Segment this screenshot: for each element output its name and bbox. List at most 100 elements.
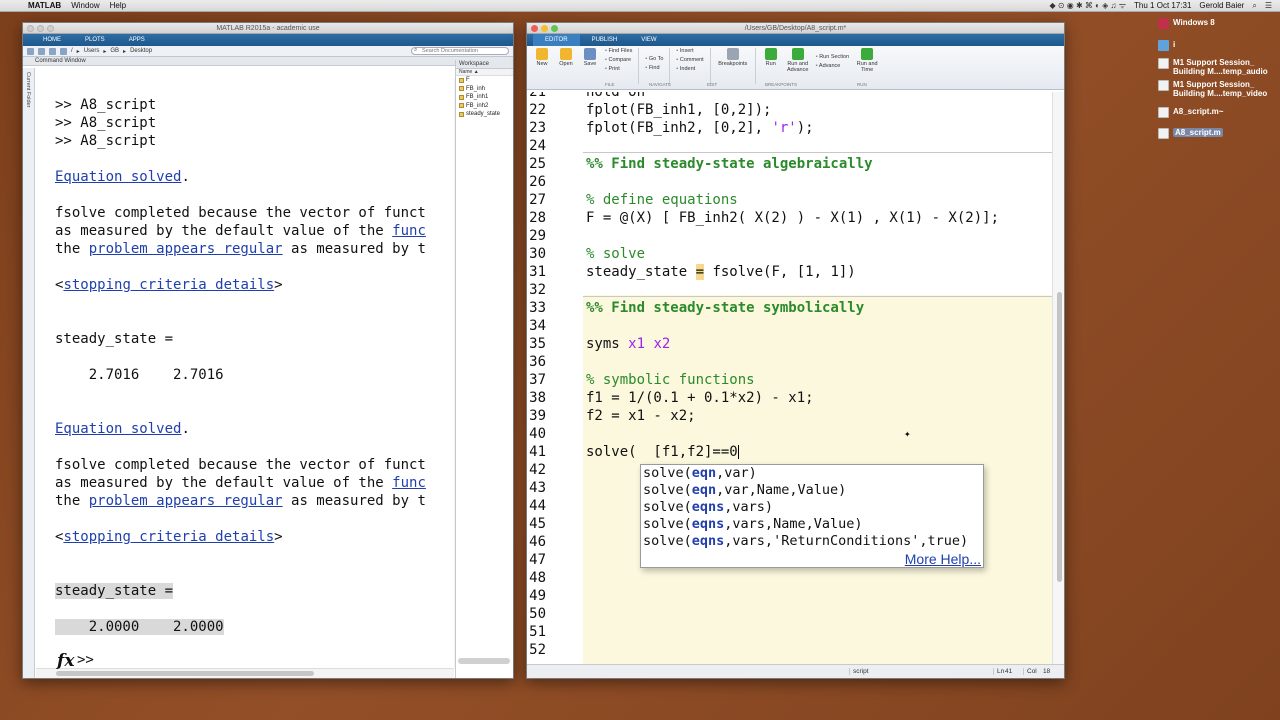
menu-user[interactable]: Gerold Baier [1199,0,1244,12]
zoom-button[interactable] [47,25,54,32]
path-desktop[interactable]: Desktop [130,48,152,54]
more-help-link[interactable]: More Help... [905,551,981,567]
browse-folder-icon[interactable] [60,47,67,55]
indent-button[interactable]: Indent [676,66,703,73]
search-documentation-input[interactable]: Search Documentation [411,47,509,55]
new-button[interactable]: New [533,48,551,67]
code-line[interactable]: F = @(X) [ FB_inh2( X(2) ) - X(1) , X(1)… [586,209,999,227]
help-link[interactable]: Equation solved [55,169,181,185]
close-button[interactable] [27,25,34,32]
tab-view[interactable]: VIEW [629,34,668,46]
spotlight-icon[interactable]: ⌕ [1252,0,1256,12]
workspace-hscroll[interactable] [458,658,510,664]
path-users[interactable]: Users [84,48,100,54]
workspace-variable[interactable]: FB_inh1 [456,93,513,102]
tab-editor[interactable]: EDITOR [533,34,580,46]
code-line[interactable]: hold on [586,92,645,101]
desktop-item-a8-script[interactable]: A8_script.m [1158,128,1223,139]
run-and-time-button[interactable]: Run and Time [855,48,879,73]
autocomplete-suggestion[interactable]: solve(eqns,vars,Name,Value) [643,516,862,533]
autocomplete-suggestion[interactable]: solve(eqns,vars,'ReturnConditions',true) [643,533,968,550]
run-and-advance-button[interactable]: Run and Advance [786,48,810,73]
help-link[interactable]: func [392,475,426,491]
menu-window[interactable]: Window [71,0,99,12]
notifications-icon[interactable]: ☰ [1265,0,1272,12]
minimize-button[interactable] [37,25,44,32]
run-button[interactable]: Run [762,48,780,67]
help-link[interactable]: stopping criteria details [63,277,274,293]
status-icons[interactable]: ◆ ⊙ ◉ ✱ ⌘ ◐ ◈ ♫ ᯤ [1049,0,1126,12]
help-link[interactable]: stopping criteria details [63,529,274,545]
code-line[interactable]: fplot(FB_inh1, [0,2]); [586,101,771,119]
workspace-variable[interactable]: steady_state [456,110,513,119]
document-icon [1158,107,1169,118]
back-icon[interactable] [27,47,34,55]
menu-help[interactable]: Help [110,0,126,12]
code-line[interactable]: % symbolic functions [586,371,755,389]
autocomplete-suggestion[interactable]: solve(eqn,var,Name,Value) [643,482,846,499]
autocomplete-suggestion[interactable]: solve(eqns,vars) [643,499,773,516]
code-line[interactable]: %% Find steady-state symbolically [586,299,864,317]
tab-home[interactable]: HOME [31,34,73,46]
function-browser-icon[interactable]: fx [57,651,74,671]
code-line[interactable]: syms x1 x2 [586,335,670,353]
line-number: 32 [529,282,546,298]
code-line[interactable]: solve( [f1,f2]==0 [586,443,739,461]
command-window-output[interactable]: >> A8_script >> A8_script >> A8_script Equa… [36,78,454,668]
zoom-button[interactable] [551,25,558,32]
go-to-button[interactable]: Go To [645,56,664,63]
open-button[interactable]: Open [557,48,575,67]
code-line[interactable]: f2 = x1 - x2; [586,407,696,425]
minimize-button[interactable] [541,25,548,32]
help-link[interactable]: func [392,223,426,239]
tab-apps[interactable]: APPS [117,34,157,46]
code-line[interactable]: % define equations [586,191,738,209]
code-line[interactable]: fplot(FB_inh2, [0,2], 'r'); [586,119,814,137]
tab-publish[interactable]: PUBLISH [580,34,630,46]
comment-button[interactable]: Comment [676,57,704,64]
desktop-item-windows8[interactable]: Windows 8 [1158,18,1215,29]
workspace-name-column[interactable]: Name ▲ [456,69,513,76]
workspace-variable[interactable]: F [456,76,513,85]
desktop-item-a8-backup[interactable]: A8_script.m~ [1158,107,1223,118]
workspace-variable[interactable]: FB_inh [456,85,513,94]
help-link[interactable]: problem appears regular [89,241,283,257]
workspace-variable[interactable]: FB_inh2 [456,102,513,111]
command-window-hscroll[interactable] [36,668,454,678]
find-files-button[interactable]: Find Files [605,48,632,55]
current-folder-rail[interactable]: Current Folder [23,68,35,678]
autocomplete-suggestion[interactable]: solve(eqn,var) [643,465,757,482]
compare-button[interactable]: Compare [605,57,632,64]
save-button[interactable]: Save [581,48,599,67]
insert-button[interactable]: Insert [676,48,703,55]
code-line[interactable]: f1 = 1/(0.1 + 0.1*x2) - x1; [586,389,814,407]
main-window-titlebar[interactable]: MATLAB R2015a - academic use [23,23,513,34]
tab-plots[interactable]: PLOTS [73,34,117,46]
advance-button[interactable]: Advance [816,63,849,70]
code-editor[interactable]: 21 hold on 22 fplot(FB_inh1, [0,2]); 23 fplot… [527,92,1052,664]
print-button[interactable]: Print [605,66,632,73]
desktop-item-temp-audio[interactable]: M1 Support Session_ Building M....temp_a… [1158,58,1273,76]
desktop-item-folder[interactable]: i [1158,40,1175,51]
hscroll-thumb[interactable] [56,671,314,676]
code-line[interactable]: % solve [586,245,645,263]
forward-icon[interactable] [38,47,45,55]
breakpoints-button[interactable]: Breakpoints [717,48,749,67]
up-folder-icon[interactable] [49,47,56,55]
help-link[interactable]: problem appears regular [89,493,283,509]
editor-vscroll-thumb[interactable] [1057,292,1062,582]
code-line[interactable]: %% Find steady-state algebraically [586,155,873,173]
path-root[interactable]: / [71,48,73,54]
menu-clock[interactable]: Thu 1 Oct 17:31 [1134,0,1191,12]
help-link[interactable]: Equation solved [55,421,181,437]
close-button[interactable] [531,25,538,32]
run-section-button[interactable]: Run Section [816,54,849,61]
path-gb[interactable]: GB [110,48,119,54]
code-line[interactable]: steady_state = fsolve(F, [1, 1]) [586,263,856,281]
command-prompt[interactable]: >> [77,652,94,668]
desktop-item-temp-video[interactable]: M1 Support Session_ Building M....temp_v… [1158,80,1273,98]
find-button[interactable]: Find [645,65,663,72]
editor-titlebar[interactable]: /Users/GB/Desktop/A8_script.m* [527,23,1064,34]
menu-app-name[interactable]: MATLAB [28,0,61,12]
editor-vscroll[interactable] [1052,92,1064,664]
